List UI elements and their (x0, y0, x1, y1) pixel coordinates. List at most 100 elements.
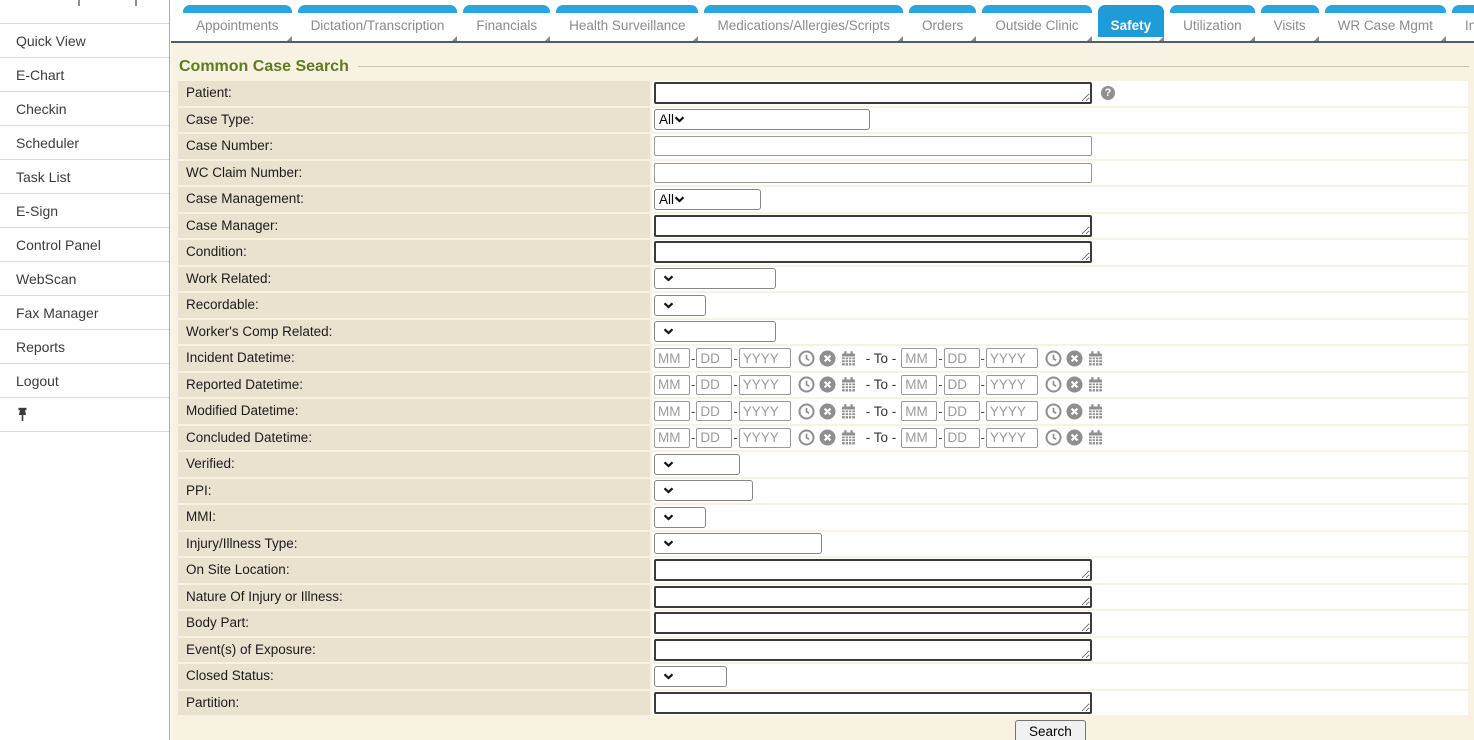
injury-illness-type-select[interactable] (654, 533, 822, 554)
sidebar-item-e-chart[interactable]: E-Chart (0, 57, 169, 91)
wc-claim-number-label: WC Claim Number: (178, 161, 650, 186)
case-manager-textarea[interactable] (654, 215, 1092, 237)
modified-datetime-to-month-input[interactable] (901, 401, 937, 421)
tab-industrial-hygiene[interactable]: Industrial Hygiene (1452, 5, 1474, 37)
clock-icon[interactable] (1045, 350, 1062, 367)
calendar-icon[interactable] (1087, 376, 1104, 393)
ppi-select[interactable] (654, 480, 753, 501)
help-icon[interactable]: ? (1101, 86, 1115, 100)
clear-icon[interactable] (1066, 350, 1083, 367)
clear-icon[interactable] (819, 350, 836, 367)
modified-datetime-from-day-input[interactable] (696, 401, 732, 421)
tab-utilization[interactable]: Utilization (1170, 5, 1255, 37)
events-of-exposure-textarea[interactable] (654, 639, 1092, 661)
concluded-datetime-to-month-input[interactable] (901, 428, 937, 448)
modified-datetime-to-day-input[interactable] (944, 401, 980, 421)
incident-datetime-to-year-input[interactable] (986, 348, 1038, 368)
concluded-datetime-to-year-input[interactable] (986, 428, 1038, 448)
reported-datetime-to-day-input[interactable] (944, 375, 980, 395)
sidebar-item-e-sign[interactable]: E-Sign (0, 193, 169, 227)
incident-datetime-to-month-input[interactable] (901, 348, 937, 368)
sidebar-item-scheduler[interactable]: Scheduler (0, 125, 169, 159)
clear-icon[interactable] (819, 403, 836, 420)
clock-icon[interactable] (1045, 429, 1062, 446)
sidebar-item-logout[interactable]: Logout (0, 363, 169, 397)
search-button[interactable]: Search (1015, 720, 1086, 740)
incident-datetime-from-year-input[interactable] (739, 348, 791, 368)
concluded-datetime-from-day-input[interactable] (696, 428, 732, 448)
incident-datetime-from-day-input[interactable] (696, 348, 732, 368)
calendar-icon[interactable] (840, 429, 857, 446)
tab-visits[interactable]: Visits (1261, 5, 1319, 37)
sidebar-item-control-panel[interactable]: Control Panel (0, 227, 169, 261)
clear-icon[interactable] (1066, 403, 1083, 420)
calendar-icon[interactable] (1087, 403, 1104, 420)
calendar-icon[interactable] (840, 403, 857, 420)
case-number-input[interactable] (654, 136, 1092, 156)
calendar-icon[interactable] (840, 376, 857, 393)
workers-comp-related-select[interactable] (654, 321, 776, 342)
recordable-select[interactable] (654, 295, 706, 316)
patient-textarea[interactable] (654, 82, 1092, 104)
concluded-datetime-from-month-input[interactable] (654, 428, 690, 448)
sidebar-item-reports[interactable]: Reports (0, 329, 169, 363)
sidebar-item-webscan[interactable]: WebScan (0, 261, 169, 295)
mmi-select[interactable] (654, 507, 706, 528)
reported-datetime-to-month-input[interactable] (901, 375, 937, 395)
clock-icon[interactable] (798, 376, 815, 393)
modified-datetime-from-year-input[interactable] (739, 401, 791, 421)
clock-icon[interactable] (1045, 376, 1062, 393)
sidebar-item-checkin[interactable]: Checkin (0, 91, 169, 125)
reported-datetime-from-month-input[interactable] (654, 375, 690, 395)
clock-icon[interactable] (798, 403, 815, 420)
incident-datetime-from-month-input[interactable] (654, 348, 690, 368)
modified-datetime-to-year-input[interactable] (986, 401, 1038, 421)
clear-icon[interactable] (1066, 376, 1083, 393)
nature-of-injury-or-illness-textarea[interactable] (654, 586, 1092, 608)
reported-datetime-from-year-input[interactable] (739, 375, 791, 395)
concluded-datetime-from-year-input[interactable] (739, 428, 791, 448)
tab-financials[interactable]: Financials (463, 5, 550, 37)
clock-icon[interactable] (798, 429, 815, 446)
reported-datetime-to-year-input[interactable] (986, 375, 1038, 395)
clear-icon[interactable] (1066, 429, 1083, 446)
body-part-textarea[interactable] (654, 612, 1092, 634)
tab-outside-clinic[interactable]: Outside Clinic (982, 5, 1091, 37)
partition-textarea[interactable] (654, 692, 1092, 714)
clock-icon[interactable] (1045, 403, 1062, 420)
closed-status-select[interactable] (654, 666, 727, 687)
on-site-location-textarea[interactable] (654, 559, 1092, 581)
row-nature-of-injury-or-illness: Nature Of Injury or Illness: (178, 585, 1468, 610)
sidebar-pin-toggle[interactable] (0, 397, 169, 431)
page-title: Common Case Search (179, 58, 349, 76)
sidebar-item-task-list[interactable]: Task List (0, 159, 169, 193)
tab-orders[interactable]: Orders (909, 5, 976, 37)
reported-datetime-from-day-input[interactable] (696, 375, 732, 395)
wc-claim-number-input[interactable] (654, 163, 1092, 183)
sidebar-item-quick-view[interactable]: Quick View (0, 23, 169, 57)
pushpin-icon[interactable] (16, 407, 29, 423)
tab-health-surveillance[interactable]: Health Surveillance (556, 5, 698, 37)
condition-textarea[interactable] (654, 241, 1092, 263)
clear-icon[interactable] (819, 376, 836, 393)
case-type-select[interactable]: All (654, 109, 870, 130)
tab-medications-allergies-scripts[interactable]: Medications/Allergies/Scripts (704, 5, 903, 37)
verified-select[interactable] (654, 454, 740, 475)
tab-safety[interactable]: Safety (1098, 5, 1165, 37)
work-related-select[interactable] (654, 268, 776, 289)
concluded-datetime-to-day-input[interactable] (944, 428, 980, 448)
modified-datetime-from-month-input[interactable] (654, 401, 690, 421)
calendar-icon[interactable] (1087, 429, 1104, 446)
calendar-icon[interactable] (840, 350, 857, 367)
tab-label: Medications/Allergies/Scripts (717, 18, 890, 33)
case-management-select[interactable]: All (654, 189, 761, 210)
tab-appointments[interactable]: Appointments (183, 5, 292, 37)
clock-icon[interactable] (798, 350, 815, 367)
clear-icon[interactable] (819, 429, 836, 446)
incident-datetime-to-day-input[interactable] (944, 348, 980, 368)
calendar-icon[interactable] (1087, 350, 1104, 367)
tab-wr-case-mgmt[interactable]: WR Case Mgmt (1325, 5, 1446, 37)
sidebar-item-label: WebScan (16, 271, 76, 287)
sidebar-item-fax-manager[interactable]: Fax Manager (0, 295, 169, 329)
tab-dictation-transcription[interactable]: Dictation/Transcription (298, 5, 458, 37)
